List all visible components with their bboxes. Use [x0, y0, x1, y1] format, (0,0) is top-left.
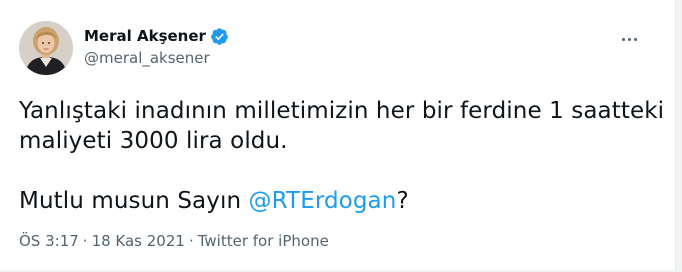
tweet-text-suffix: ? [396, 188, 409, 214]
meta-separator-2: · [188, 232, 194, 250]
more-options-icon[interactable] [617, 29, 641, 49]
tweet-text-line-3: Mutlu musun Sayın @RTErdogan? [19, 186, 659, 216]
tweet-card: Meral Akşener @meral_aksener Yanlıştaki … [0, 0, 682, 272]
avatar-image [19, 21, 73, 75]
tweet-source[interactable]: Twitter for iPhone [198, 232, 329, 250]
scrollbar-track[interactable] [675, 0, 682, 272]
user-handle[interactable]: @meral_aksener [84, 49, 210, 67]
verified-badge-icon [210, 27, 229, 46]
avatar[interactable] [19, 21, 73, 75]
meta-separator: · [82, 232, 88, 250]
tweet-time[interactable]: ÖS 3:17 [19, 232, 79, 250]
tweet-text: Yanlıştaki inadının milletimizin her bir… [19, 96, 665, 216]
author-name-row: Meral Akşener [84, 25, 229, 47]
tweet-text-prefix: Mutlu musun Sayın [19, 188, 249, 214]
tweet-text-line-1: Yanlıştaki inadının milletimizin her bir… [19, 98, 665, 124]
display-name[interactable]: Meral Akşener [84, 27, 206, 45]
tweet-text-line-2: maliyeti 3000 lira oldu. [19, 128, 288, 154]
mention-link[interactable]: @RTErdogan [249, 188, 397, 214]
tweet-date[interactable]: 18 Kas 2021 [92, 232, 185, 250]
tweet-meta: ÖS 3:17 · 18 Kas 2021 · Twitter for iPhone [19, 232, 329, 250]
